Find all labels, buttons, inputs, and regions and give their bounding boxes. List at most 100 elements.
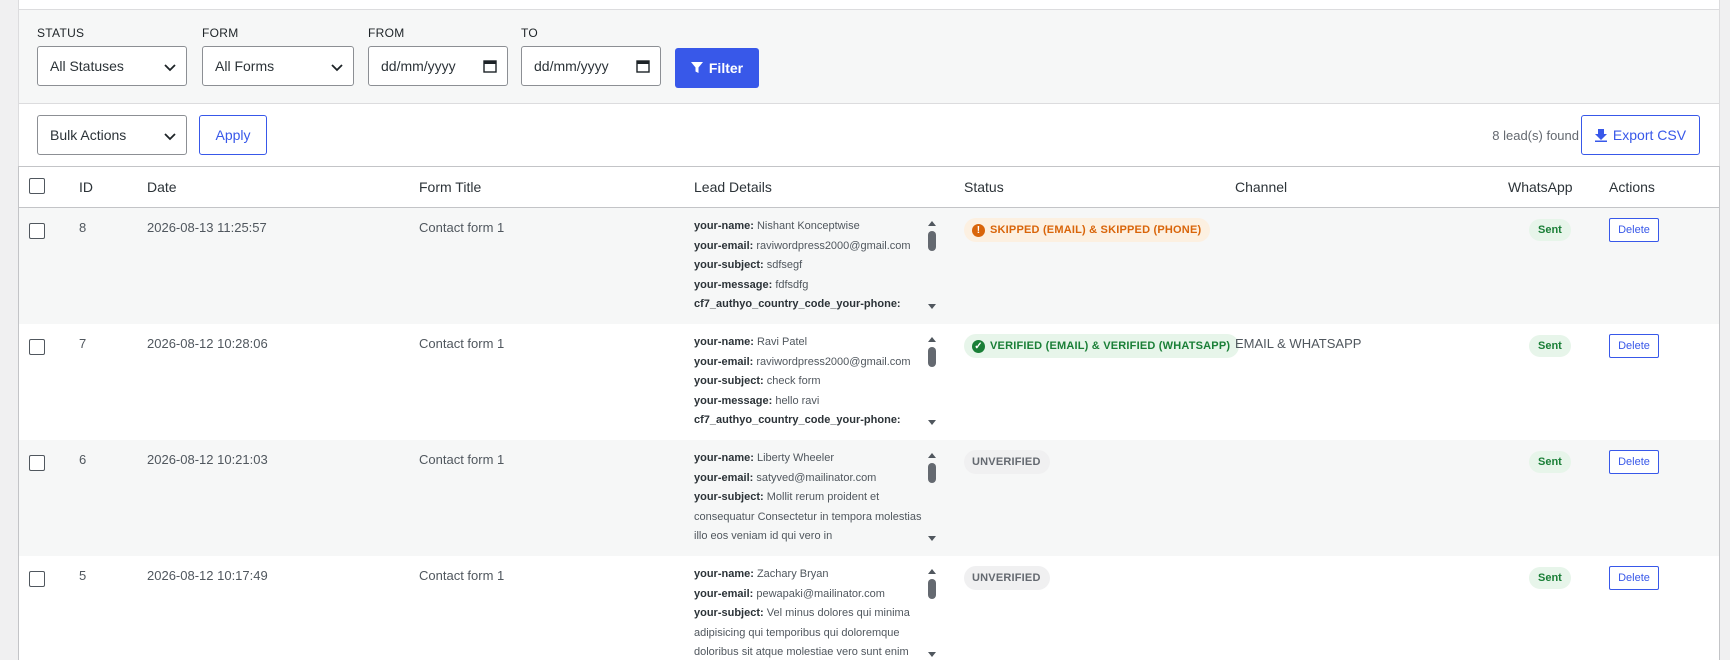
lead-detail-key: your-name: [694, 220, 754, 232]
lead-detail-line: your-message: hello ravi [694, 392, 922, 412]
lead-detail-value: hello ravi [772, 394, 820, 407]
form-filter-label: FORM [202, 26, 239, 40]
details-scrollbar[interactable] [925, 217, 939, 313]
scroll-down-arrow-icon[interactable] [928, 536, 936, 541]
lead-detail-value: pewapaki@mailinator.com [753, 587, 885, 600]
lead-detail-line: your-message: fdfsdfg [694, 276, 922, 296]
scroll-down-arrow-icon[interactable] [928, 652, 936, 657]
warning-icon: ! [972, 223, 985, 237]
export-csv-button[interactable]: Export CSV [1581, 115, 1700, 155]
col-form-title[interactable]: Form Title [419, 179, 481, 195]
top-strip [18, 0, 1720, 10]
lead-detail-line: your-name: Ravi Patel [694, 333, 922, 353]
whatsapp-sent-badge: Sent [1529, 219, 1571, 241]
row-checkbox[interactable] [29, 455, 45, 471]
col-status[interactable]: Status [964, 179, 1004, 195]
row-checkbox[interactable] [29, 339, 45, 355]
row-checkbox[interactable] [29, 571, 45, 587]
table-row: 5 2026-08-12 10:17:49 Contact form 1 your-n… [19, 556, 1719, 660]
status-badge-text: SKIPPED (EMAIL) & SKIPPED (PHONE) [990, 224, 1202, 236]
status-select-value: All Statuses [50, 58, 124, 74]
lead-details-content: your-name: Zachary Bryan your-email: pewa… [694, 565, 922, 660]
to-date-value: dd/mm/yyyy [534, 58, 609, 74]
scroll-up-arrow-icon[interactable] [928, 221, 936, 226]
bulk-actions-select[interactable]: Bulk Actions [37, 115, 187, 155]
lead-detail-value: Ravi Patel [753, 336, 808, 348]
select-all-checkbox[interactable] [29, 178, 45, 194]
lead-details-box[interactable]: your-name: Zachary Bryan your-email: pewa… [694, 565, 939, 660]
check-circle-icon: ✓ [972, 339, 985, 353]
bulk-actions-bar: Bulk Actions Apply 8 lead(s) found Expor… [18, 104, 1720, 166]
lead-detail-line: your-email: raviwordpress2000@gmail.com [694, 353, 922, 373]
status-badge: UNVERIFIED [964, 450, 1050, 474]
lead-details-box[interactable]: your-name: Ravi Patel your-email: raviwor… [694, 333, 939, 429]
lead-details-content: your-name: Nishant Konceptwise your-email… [694, 217, 922, 313]
scroll-thumb[interactable] [928, 347, 936, 367]
lead-detail-value: sdfsegf [763, 259, 803, 271]
lead-detail-line: your-subject: sdfsegf [694, 256, 922, 276]
lead-detail-line: your-subject: check form [694, 372, 922, 392]
scroll-thumb[interactable] [928, 579, 936, 599]
scroll-up-arrow-icon[interactable] [928, 337, 936, 342]
chevron-down-icon [331, 64, 343, 72]
calendar-icon[interactable] [636, 59, 650, 73]
chevron-down-icon [164, 64, 176, 72]
lead-details-box[interactable]: your-name: Liberty Wheeler your-email: sa… [694, 449, 939, 545]
lead-id: 7 [79, 336, 87, 351]
apply-button[interactable]: Apply [199, 115, 267, 155]
lead-form-title: Contact form 1 [419, 568, 505, 583]
form-select[interactable]: All Forms [202, 46, 354, 86]
lead-detail-key: your-name: [694, 568, 754, 580]
col-id[interactable]: ID [79, 179, 93, 195]
status-badge-text: UNVERIFIED [972, 456, 1041, 468]
scroll-thumb[interactable] [928, 231, 936, 251]
delete-button[interactable]: Delete [1609, 334, 1659, 358]
lead-id: 8 [79, 220, 87, 235]
details-scrollbar[interactable] [925, 333, 939, 429]
lead-date: 2026-08-12 10:28:06 [147, 336, 268, 351]
details-scrollbar[interactable] [925, 565, 939, 660]
export-csv-label: Export CSV [1612, 127, 1687, 143]
lead-detail-key: your-message: [694, 278, 773, 291]
lead-detail-key: your-subject: [694, 607, 764, 619]
table-row: 6 2026-08-12 10:21:03 Contact form 1 your-n… [19, 440, 1719, 556]
lead-details-box[interactable]: your-name: Nishant Konceptwise your-email… [694, 217, 939, 313]
scroll-thumb[interactable] [928, 463, 936, 483]
scroll-up-arrow-icon[interactable] [928, 453, 936, 458]
chevron-down-icon [164, 133, 176, 141]
scroll-down-arrow-icon[interactable] [928, 304, 936, 309]
lead-detail-key: your-message: [694, 394, 773, 407]
lead-detail-key: your-email: [694, 471, 754, 484]
details-scrollbar[interactable] [925, 449, 939, 545]
delete-button[interactable]: Delete [1609, 218, 1659, 242]
filter-button[interactable]: Filter [675, 48, 759, 88]
row-checkbox[interactable] [29, 223, 45, 239]
col-date[interactable]: Date [147, 179, 177, 195]
scroll-down-arrow-icon[interactable] [928, 420, 936, 425]
lead-detail-line: cf7_authyo_country_code_your-phone: +91 [694, 411, 922, 429]
lead-count: 8 lead(s) found [1492, 128, 1579, 143]
status-badge: ! SKIPPED (EMAIL) & SKIPPED (PHONE) [964, 218, 1211, 242]
col-whatsapp: WhatsApp [1508, 179, 1573, 195]
lead-detail-key: your-name: [694, 452, 754, 464]
lead-detail-key: your-subject: [694, 259, 764, 271]
lead-detail-key: your-email: [694, 239, 754, 252]
lead-details-content: your-name: Ravi Patel your-email: raviwor… [694, 333, 922, 429]
status-select[interactable]: All Statuses [37, 46, 187, 86]
leads-page: STATUS All Statuses FORM All Forms FROM … [18, 0, 1720, 660]
filter-button-label: Filter [708, 60, 744, 76]
calendar-icon[interactable] [483, 59, 497, 73]
table-row: 7 2026-08-12 10:28:06 Contact form 1 your-n… [19, 324, 1719, 440]
lead-detail-value: check form [763, 375, 821, 387]
delete-button[interactable]: Delete [1609, 450, 1659, 474]
to-date-input[interactable]: dd/mm/yyyy [521, 46, 661, 86]
whatsapp-sent-badge: Sent [1529, 567, 1571, 589]
scroll-up-arrow-icon[interactable] [928, 569, 936, 574]
to-filter-label: TO [521, 26, 539, 40]
funnel-icon [690, 62, 703, 73]
from-date-input[interactable]: dd/mm/yyyy [368, 46, 508, 86]
lead-detail-key: your-subject: [694, 375, 764, 387]
col-channel: Channel [1235, 179, 1288, 195]
delete-button[interactable]: Delete [1609, 566, 1659, 590]
status-badge: ✓ VERIFIED (EMAIL) & VERIFIED (WHATSAPP) [964, 334, 1240, 358]
